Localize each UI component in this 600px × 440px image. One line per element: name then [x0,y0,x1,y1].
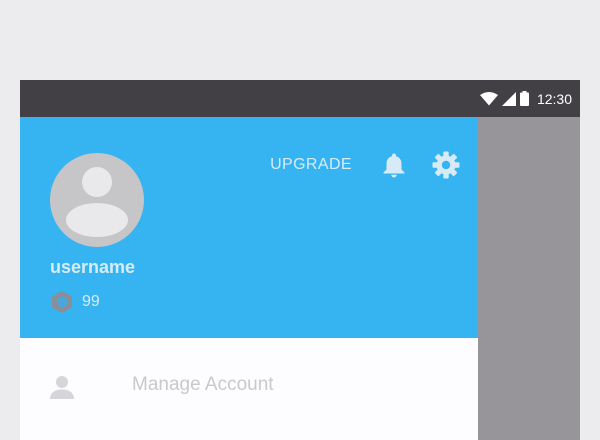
battery-icon [519,91,529,106]
menu-item-label: Manage Account [132,374,274,395]
person-avatar-icon [66,167,128,237]
status-icons: 12:30 [479,80,572,117]
coin-count: 99 [82,293,100,310]
person-icon [50,376,74,399]
header-actions: UPGRADE [270,149,462,181]
status-time: 12:30 [536,90,572,107]
gear-icon [432,151,460,179]
drawer-header: username 99 UPGRADE [20,117,478,338]
hexagon-coin-icon [52,291,72,313]
avatar[interactable] [50,153,144,247]
username-label: username [50,257,136,277]
signal-icon [501,91,516,106]
menu-item-manage-account[interactable]: Manage Account [20,358,478,412]
device-screen: 12:30 username 99 UPGRADE Manage Account [20,80,580,440]
notifications-button[interactable] [378,149,410,181]
coin-balance: 99 [50,290,100,314]
settings-button[interactable] [430,149,462,181]
upgrade-button[interactable]: UPGRADE [270,156,352,174]
status-bar: 12:30 [20,80,580,117]
wifi-icon [479,91,498,105]
navigation-drawer: username 99 UPGRADE Manage Account [20,117,478,440]
bell-icon [383,153,405,178]
drawer-scrim[interactable] [478,117,580,440]
